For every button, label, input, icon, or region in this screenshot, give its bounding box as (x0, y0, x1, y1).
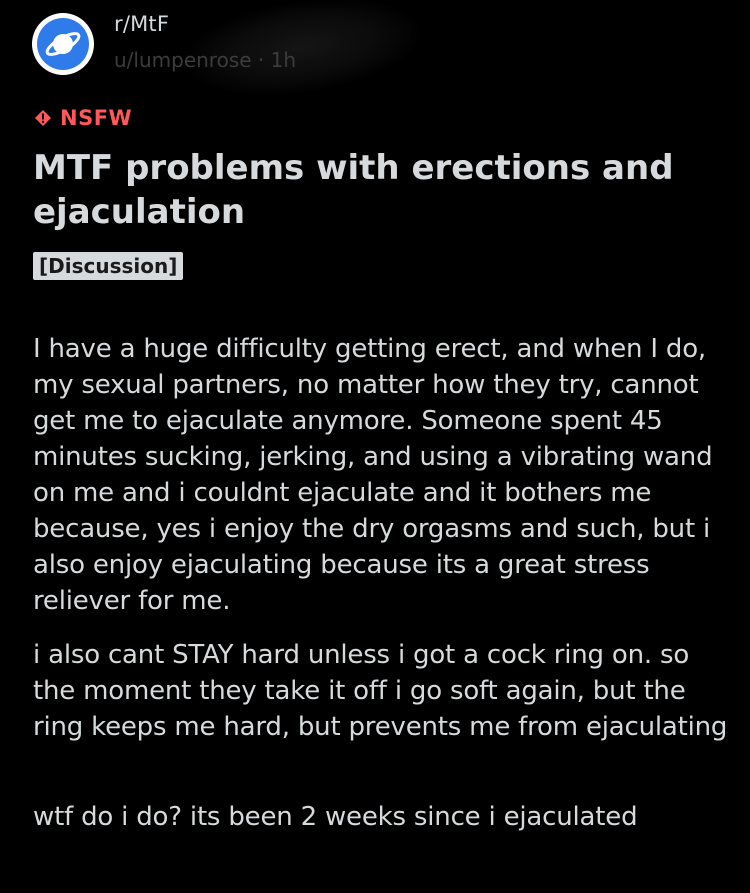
planet-icon (45, 32, 81, 56)
nsfw-label: NSFW (60, 106, 133, 130)
body-paragraph: wtf do i do? its been 2 weeks since i ej… (33, 802, 638, 832)
nsfw-diamond-icon (35, 110, 51, 126)
body-paragraph: I have a huge difficulty getting erect, … (33, 334, 713, 616)
nsfw-tag: NSFW (34, 104, 132, 132)
post-flair[interactable]: [Discussion] (33, 252, 184, 280)
post-header: r/MtF u/lumpenrose · 1h (32, 0, 452, 110)
body-paragraph: i also cant STAY hard unless i got a coc… (33, 640, 728, 742)
subreddit-avatar[interactable] (32, 13, 94, 75)
post-title[interactable]: MTF problems with erections and ejaculat… (33, 146, 723, 234)
subreddit-name[interactable]: r/MtF (114, 12, 169, 36)
post-body: I have a huge difficulty getting erect, … (33, 331, 733, 835)
author-line[interactable]: u/lumpenrose · 1h (114, 48, 296, 72)
